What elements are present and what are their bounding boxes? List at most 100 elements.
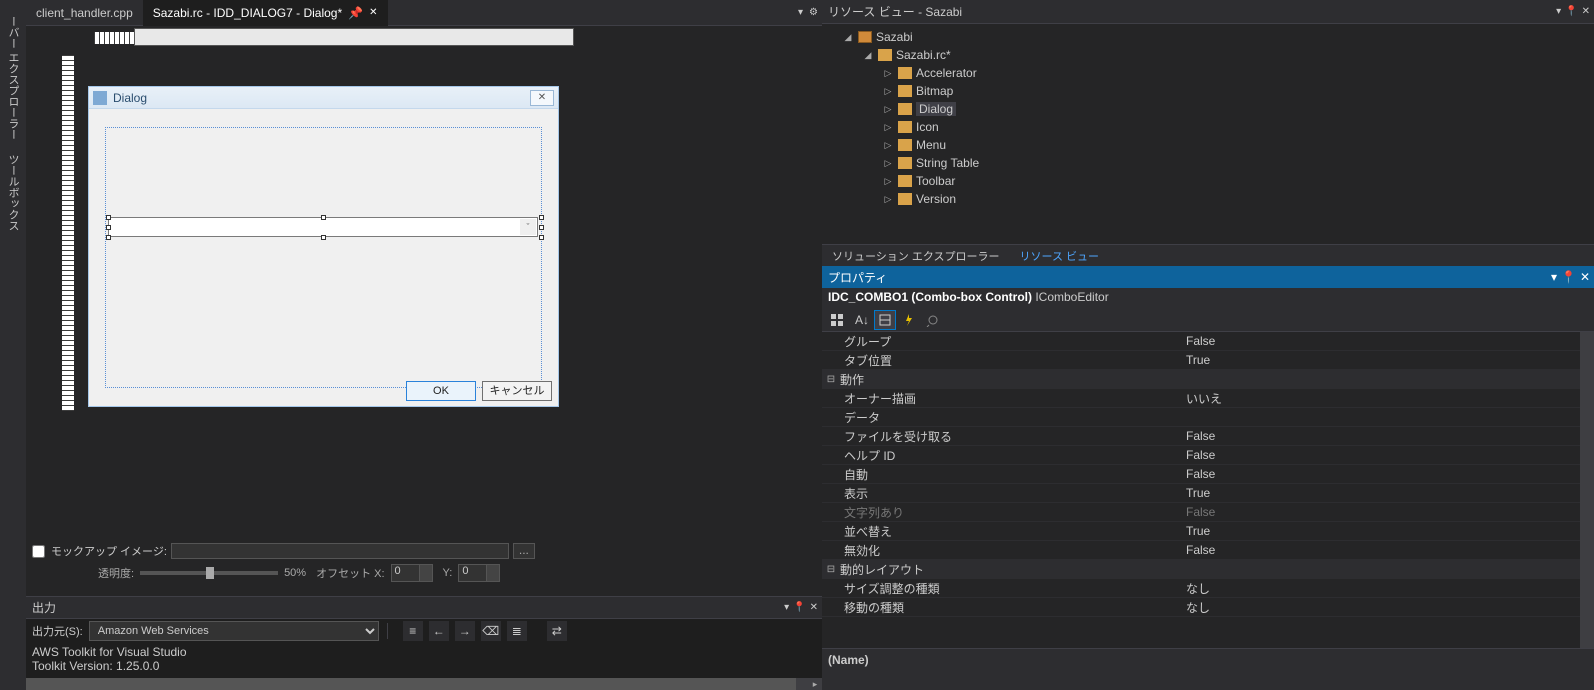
project-icon — [858, 31, 872, 43]
dialog-titlebar[interactable]: Dialog ✕ — [89, 87, 558, 109]
mockup-checkbox[interactable] — [32, 545, 45, 558]
tree-folder-menu[interactable]: ▷Menu — [822, 136, 1594, 154]
wrap-button[interactable]: ≣ — [507, 621, 527, 641]
messages-button[interactable] — [922, 310, 944, 330]
pin-icon[interactable]: 📍 — [793, 602, 805, 613]
pin-icon[interactable]: 📍 — [1565, 6, 1577, 17]
output-source-select[interactable]: Amazon Web Services — [89, 621, 379, 641]
dialog-preview[interactable]: Dialog ✕ ˇ OK キャンセル — [88, 86, 559, 407]
close-tab-icon[interactable]: ✕ — [369, 7, 377, 18]
mockup-label: モックアップ イメージ: — [51, 543, 167, 559]
dialog-client-area[interactable]: ˇ — [105, 127, 542, 388]
dropdown-icon[interactable]: ▾ — [1556, 6, 1561, 17]
tab-resource-view[interactable]: リソース ビュー — [1010, 245, 1110, 266]
properties-grid[interactable]: グループFalse タブ位置True ⊟動作 オーナー描画いいえ データ ファイ… — [822, 332, 1594, 648]
tab-sazabi-rc[interactable]: Sazabi.rc - IDD_DIALOG7 - Dialog* 📌 ✕ — [143, 0, 388, 26]
clear-button[interactable]: ⌫ — [481, 621, 501, 641]
folder-icon — [898, 85, 912, 97]
close-icon[interactable]: ✕ — [810, 602, 818, 613]
log-line: AWS Toolkit for Visual Studio — [32, 645, 816, 659]
dropdown-icon[interactable]: ▾ — [784, 602, 789, 613]
close-icon[interactable]: ✕ — [1582, 6, 1590, 17]
resource-tree[interactable]: ◢Sazabi ◢Sazabi.rc* ▷Accelerator ▷Bitmap… — [822, 24, 1594, 244]
pinned-icon[interactable]: 📌 — [348, 6, 363, 20]
opacity-label: 透明度: — [98, 565, 134, 581]
cancel-button[interactable]: キャンセル — [482, 381, 552, 401]
output-toolbar: 出力元(S): Amazon Web Services ≡ ← → ⌫ ≣ ⇄ — [26, 619, 822, 643]
resize-handle[interactable] — [539, 215, 544, 220]
collapse-icon[interactable]: ⊟ — [822, 374, 840, 385]
dialog-close-icon[interactable]: ✕ — [530, 90, 554, 106]
combo-dropdown-icon[interactable]: ˇ — [520, 219, 536, 235]
tree-folder-accelerator[interactable]: ▷Accelerator — [822, 64, 1594, 82]
opacity-slider[interactable] — [140, 571, 278, 575]
tab-client-handler[interactable]: client_handler.cpp — [26, 0, 143, 26]
gear-icon[interactable]: ⚙ — [809, 7, 818, 18]
output-scrollbar[interactable]: ◂ ▸ — [26, 678, 822, 690]
categorized-button[interactable] — [826, 310, 848, 330]
toolbox-tab[interactable]: ツールボックス — [3, 148, 23, 237]
resize-handle[interactable] — [539, 235, 544, 240]
folder-icon — [898, 157, 912, 169]
slider-thumb[interactable] — [206, 567, 214, 579]
folder-icon — [898, 67, 912, 79]
tree-folder-stringtable[interactable]: ▷String Table — [822, 154, 1594, 172]
tree-folder-version[interactable]: ▷Version — [822, 190, 1594, 208]
document-tab-bar: client_handler.cpp Sazabi.rc - IDD_DIALO… — [26, 0, 822, 26]
offset-x-input[interactable]: 0 — [391, 564, 433, 582]
svg-text:A↓: A↓ — [855, 313, 868, 327]
dropdown-icon[interactable]: ▾ — [1551, 270, 1557, 284]
next-message-button[interactable]: → — [455, 621, 475, 641]
properties-toolbar: A↓ — [822, 308, 1594, 332]
resource-view-title: リソース ビュー - Sazabi ▾ 📍 ✕ — [822, 0, 1594, 24]
resize-handle[interactable] — [321, 215, 326, 220]
folder-icon — [878, 49, 892, 61]
alphabetical-button[interactable]: A↓ — [850, 310, 872, 330]
mockup-path-input[interactable] — [171, 543, 509, 559]
dialog-title-text: Dialog — [113, 91, 147, 105]
resize-handle[interactable] — [106, 215, 111, 220]
resize-handle[interactable] — [106, 225, 111, 230]
resize-handle[interactable] — [539, 225, 544, 230]
opacity-percent: 50% — [284, 567, 306, 579]
offset-x-label: オフセット X: — [316, 565, 384, 581]
horizontal-ruler — [94, 32, 550, 44]
opacity-bar: 透明度: 50% オフセット X: 0 Y: 0 — [32, 564, 816, 582]
scroll-right-icon[interactable]: ▸ — [808, 678, 822, 690]
ok-button[interactable]: OK — [406, 381, 476, 401]
tree-folder-icon[interactable]: ▷Icon — [822, 118, 1594, 136]
server-explorer-tab[interactable]: ーバー エクスプローラー — [3, 10, 23, 146]
resize-handle[interactable] — [106, 235, 111, 240]
mockup-browse-button[interactable]: ... — [513, 543, 535, 559]
tab-overflow-icon[interactable]: ▾ — [798, 7, 803, 18]
events-button[interactable] — [898, 310, 920, 330]
tree-root[interactable]: ◢Sazabi — [822, 28, 1594, 46]
tree-folder-dialog[interactable]: ▷Dialog — [822, 100, 1594, 118]
folder-icon — [898, 175, 912, 187]
properties-object[interactable]: IDC_COMBO1 (Combo-box Control) IComboEdi… — [822, 288, 1594, 308]
tree-rc[interactable]: ◢Sazabi.rc* — [822, 46, 1594, 64]
find-message-button[interactable]: ≡ — [403, 621, 423, 641]
collapse-icon[interactable]: ⊟ — [822, 564, 840, 575]
scroll-thumb[interactable] — [26, 678, 796, 690]
tree-folder-toolbar[interactable]: ▷Toolbar — [822, 172, 1594, 190]
prev-message-button[interactable]: ← — [429, 621, 449, 641]
folder-icon — [898, 121, 912, 133]
properties-scrollbar[interactable] — [1580, 332, 1594, 648]
resize-handle[interactable] — [321, 235, 326, 240]
left-tool-tabs: ーバー エクスプローラー ツールボックス — [0, 0, 26, 690]
offset-y-input[interactable]: 0 — [458, 564, 500, 582]
output-log[interactable]: AWS Toolkit for Visual Studio Toolkit Ve… — [26, 643, 822, 678]
output-panel: 出力 ▾ 📍 ✕ 出力元(S): Amazon Web Services ≡ ←… — [26, 596, 822, 690]
toggle-button[interactable]: ⇄ — [547, 621, 567, 641]
tree-folder-bitmap[interactable]: ▷Bitmap — [822, 82, 1594, 100]
combobox-control[interactable]: ˇ — [108, 217, 538, 237]
output-source-label: 出力元(S): — [32, 623, 83, 639]
properties-title: プロパティ ▾ 📍 ✕ — [822, 266, 1594, 288]
folder-icon — [898, 103, 912, 115]
folder-icon — [898, 139, 912, 151]
close-icon[interactable]: ✕ — [1580, 270, 1590, 284]
pin-icon[interactable]: 📍 — [1561, 270, 1576, 284]
properties-button[interactable] — [874, 310, 896, 330]
tab-solution-explorer[interactable]: ソリューション エクスプローラー — [822, 245, 1010, 266]
